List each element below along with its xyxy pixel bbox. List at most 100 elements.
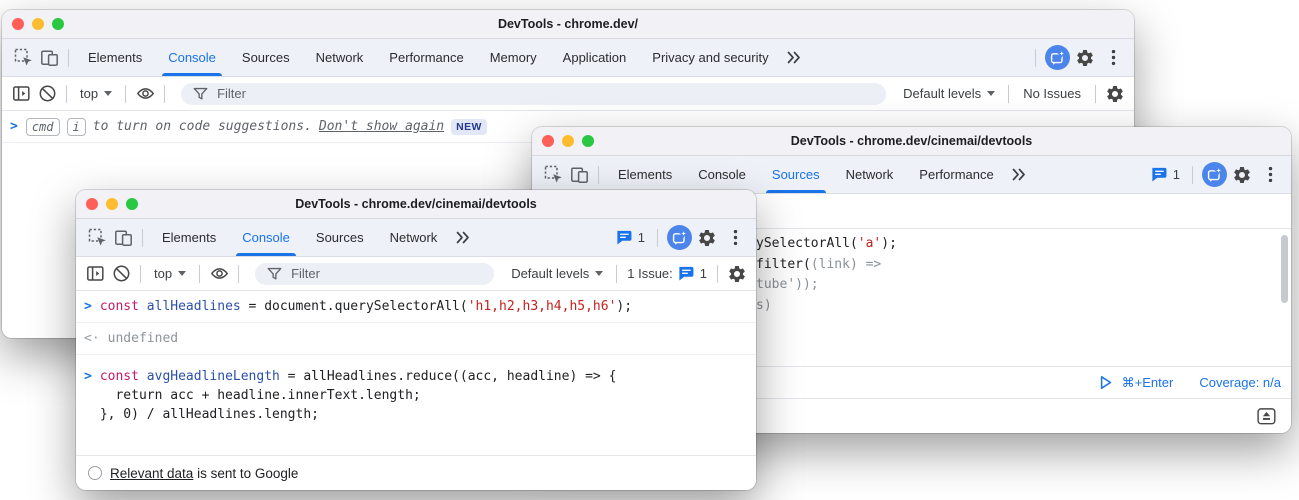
new-badge: NEW [451, 119, 487, 135]
divider [68, 49, 69, 67]
context-selector[interactable]: top [73, 86, 119, 101]
log-levels-selector[interactable]: Default levels [504, 266, 610, 281]
issues-bubble-icon [1150, 165, 1169, 184]
divider [199, 265, 200, 283]
device-toolbar-icon[interactable] [36, 45, 62, 71]
live-expression-eye-icon[interactable] [132, 81, 158, 107]
tab-console[interactable]: Console [155, 39, 229, 76]
relevant-data-link[interactable]: Relevant data [110, 466, 193, 481]
filter-input[interactable]: Filter [255, 263, 494, 285]
tab-memory[interactable]: Memory [477, 39, 550, 76]
more-tabs-icon[interactable] [1007, 162, 1033, 188]
console-sidebar-icon[interactable] [82, 261, 108, 287]
cmd-keycap: cmd [26, 118, 60, 136]
close-window-button[interactable] [86, 198, 98, 210]
tab-sources[interactable]: Sources [303, 219, 377, 256]
tab-console[interactable]: Console [229, 219, 303, 256]
code-token: return acc + headline.innerText.length; [100, 388, 421, 403]
tab-network[interactable]: Network [377, 219, 451, 256]
coverage-link[interactable]: Coverage: n/a [1199, 375, 1281, 390]
tab-elements[interactable]: Elements [75, 39, 155, 76]
traffic-lights [86, 190, 138, 218]
log-levels-selector[interactable]: Default levels [896, 86, 1002, 101]
more-options-icon[interactable] [1257, 162, 1283, 188]
more-options-icon[interactable] [1100, 45, 1126, 71]
zoom-window-button[interactable] [126, 198, 138, 210]
minimize-window-button[interactable] [106, 198, 118, 210]
code-token: const [100, 369, 147, 384]
inspect-element-icon[interactable] [10, 45, 36, 71]
clear-console-icon[interactable] [34, 81, 60, 107]
panel-tabs: ElementsConsoleSourcesNetworkPerformance [605, 156, 1007, 193]
settings-gear-icon[interactable] [1072, 45, 1098, 71]
more-tabs-icon[interactable] [450, 225, 476, 251]
console-settings-gear-icon[interactable] [1102, 81, 1128, 107]
panel-tabs: ElementsConsoleSourcesNetwork [149, 219, 450, 256]
tab-application[interactable]: Application [550, 39, 640, 76]
issue-counter[interactable]: 1 Issue: 1 [623, 264, 711, 283]
tab-network[interactable]: Network [303, 39, 377, 76]
issue-label: 1 Issue: [627, 266, 673, 281]
divider [717, 265, 718, 283]
inspect-element-icon[interactable] [84, 225, 110, 251]
close-window-button[interactable] [542, 135, 554, 147]
devtools-tabbar: ElementsConsoleSourcesNetworkPerformance… [2, 39, 1134, 77]
zoom-window-button[interactable] [582, 135, 594, 147]
divider [598, 166, 599, 184]
live-expression-eye-icon[interactable] [206, 261, 232, 287]
zoom-window-button[interactable] [52, 18, 64, 30]
chevron-down-icon [987, 91, 995, 96]
play-icon [1096, 373, 1115, 392]
titlebar[interactable]: DevTools - chrome.dev/cinemai/devtools [532, 127, 1291, 156]
issues-status[interactable]: No Issues [1015, 86, 1089, 101]
settings-gear-icon[interactable] [694, 225, 720, 251]
more-options-icon[interactable] [722, 225, 748, 251]
tab-performance[interactable]: Performance [376, 39, 476, 76]
dont-show-again-link[interactable]: Don't show again [319, 117, 444, 136]
titlebar[interactable]: DevTools - chrome.dev/ [2, 10, 1134, 39]
tab-elements[interactable]: Elements [605, 156, 685, 193]
clear-console-icon[interactable] [108, 261, 134, 287]
tab-elements[interactable]: Elements [149, 219, 229, 256]
console-input-code: const avgHeadlineLength = allHeadlines.r… [100, 367, 617, 424]
tab-console[interactable]: Console [685, 156, 759, 193]
divider [66, 85, 67, 103]
window-title: DevTools - chrome.dev/cinemai/devtools [532, 134, 1291, 148]
ai-assistant-icon[interactable] [1201, 162, 1227, 188]
console-prompt-icon: > [84, 297, 92, 316]
divider [125, 85, 126, 103]
code-token: }, 0) / allHeadlines.length; [100, 407, 319, 422]
minimize-window-button[interactable] [562, 135, 574, 147]
console-code-line: return acc + headline.innerText.length; [100, 386, 617, 405]
titlebar[interactable]: DevTools - chrome.dev/cinemai/devtools [76, 190, 756, 219]
ai-assistant-icon[interactable] [1044, 45, 1070, 71]
expand-drawer-icon[interactable] [1253, 403, 1279, 429]
more-tabs-icon[interactable] [782, 45, 808, 71]
i-keycap: i [67, 118, 86, 136]
run-snippet-button[interactable]: ⌘+Enter [1096, 373, 1174, 392]
tab-sources[interactable]: Sources [229, 39, 303, 76]
device-toolbar-icon[interactable] [566, 162, 592, 188]
tab-network[interactable]: Network [833, 156, 907, 193]
context-selector[interactable]: top [147, 266, 193, 281]
scrollbar-thumb[interactable] [1281, 235, 1288, 303]
run-shortcut: ⌘+Enter [1122, 375, 1174, 391]
device-toolbar-icon[interactable] [110, 225, 136, 251]
console-settings-gear-icon[interactable] [724, 261, 750, 287]
ai-assistant-icon[interactable] [666, 225, 692, 251]
code-token: avgHeadlineLength [147, 369, 280, 384]
filter-input[interactable]: Filter [181, 83, 886, 105]
issues-counter[interactable]: 1 [611, 228, 649, 247]
tab-privacy-and-security[interactable]: Privacy and security [639, 39, 781, 76]
minimize-window-button[interactable] [32, 18, 44, 30]
issues-counter[interactable]: 1 [1146, 165, 1184, 184]
code-token: = allHeadlines.reduce((acc, headline) =>… [280, 369, 617, 384]
tab-sources[interactable]: Sources [759, 156, 833, 193]
chevron-down-icon [595, 271, 603, 276]
console-input-code: const allHeadlines = document.querySelec… [100, 297, 632, 316]
settings-gear-icon[interactable] [1229, 162, 1255, 188]
tab-performance[interactable]: Performance [906, 156, 1006, 193]
console-sidebar-icon[interactable] [8, 81, 34, 107]
inspect-element-icon[interactable] [540, 162, 566, 188]
close-window-button[interactable] [12, 18, 24, 30]
